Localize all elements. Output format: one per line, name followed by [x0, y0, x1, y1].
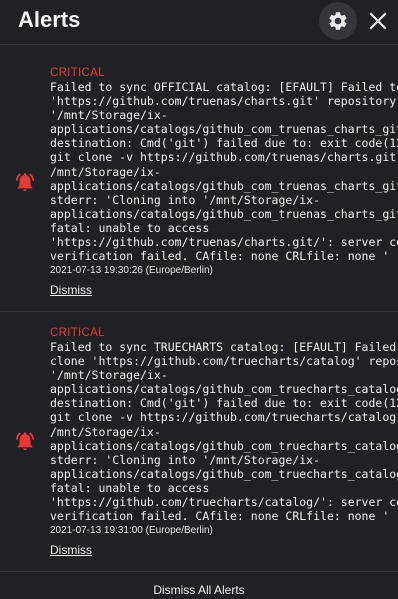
gear-icon	[329, 12, 347, 30]
alerts-header: Alerts	[0, 0, 398, 45]
dismiss-all-button[interactable]: Dismiss All Alerts	[153, 583, 244, 597]
settings-button[interactable]	[319, 2, 357, 40]
alert-timestamp: 2021-07-13 19:30:26 (Europe/Berlin)	[50, 265, 213, 277]
bell-alert-icon	[15, 432, 35, 451]
alert-level: CRITICAL	[50, 327, 105, 339]
alert-message: Failed to sync OFFICIAL catalog: [EFAULT…	[50, 80, 398, 264]
panel-title: Alerts	[18, 7, 81, 32]
dismiss-link[interactable]: Dismiss	[50, 543, 92, 557]
close-icon	[369, 12, 387, 30]
alert-item: CRITICAL Failed to sync OFFICIAL catalog…	[0, 52, 398, 312]
alert-message: Failed to sync TRUECHARTS catalog: [EFAU…	[50, 340, 398, 524]
alert-timestamp: 2021-07-13 19:31:00 (Europe/Berlin)	[50, 525, 213, 537]
bell-alert-icon	[15, 173, 35, 192]
alert-level: CRITICAL	[50, 67, 105, 79]
alerts-footer: Dismiss All Alerts	[0, 572, 398, 599]
close-button[interactable]	[362, 5, 394, 37]
dismiss-link[interactable]: Dismiss	[50, 283, 92, 297]
alert-item: CRITICAL Failed to sync TRUECHARTS catal…	[0, 312, 398, 572]
